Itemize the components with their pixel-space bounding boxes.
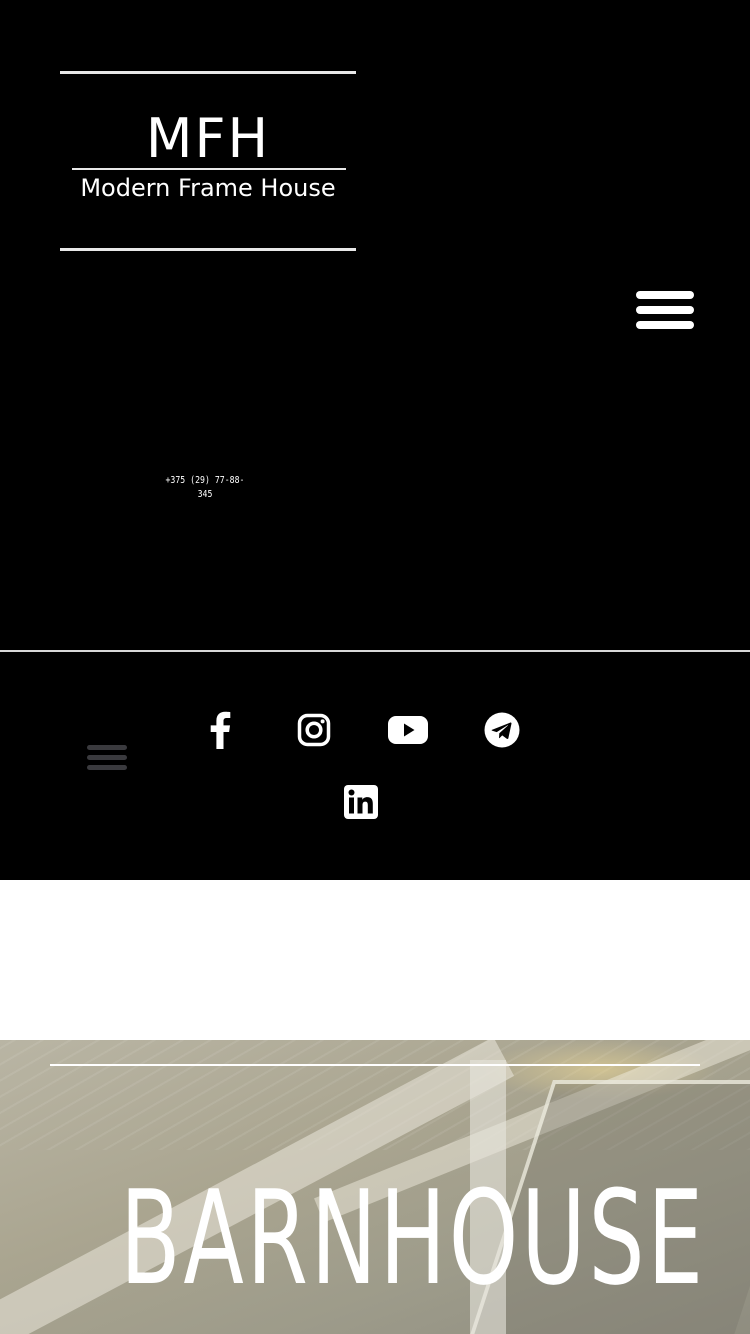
site-logo[interactable]: MFH Modern Frame House — [60, 71, 356, 252]
logo-rule-bottom — [60, 248, 356, 251]
hamburger-menu-icon[interactable] — [636, 289, 694, 331]
logo-rule-top — [60, 71, 356, 74]
hero-rule — [50, 1064, 700, 1066]
linkedin-icon[interactable] — [341, 782, 381, 822]
hamburger-menu-icon[interactable] — [87, 744, 127, 772]
menu-bar — [636, 321, 694, 329]
spacer-section — [0, 880, 750, 1040]
youtube-icon[interactable] — [388, 710, 428, 750]
menu-bar — [87, 765, 127, 770]
menu-bar — [87, 755, 127, 760]
social-bar — [0, 652, 750, 880]
logo-full-name: Modern Frame House — [80, 174, 336, 202]
facebook-icon[interactable] — [200, 710, 240, 750]
telegram-icon[interactable] — [482, 710, 522, 750]
menu-bar — [636, 291, 694, 299]
hero-section: BARNHOUSE — [0, 1040, 750, 1334]
phone-link[interactable]: +375 (29) 77-88-345 — [160, 474, 250, 502]
hero-title: BARNHOUSE — [120, 1162, 706, 1314]
logo-rule-middle — [72, 168, 346, 170]
site-header: MFH Modern Frame House +375 (29) 77-88-3… — [0, 0, 750, 650]
menu-bar — [87, 745, 127, 750]
menu-bar — [636, 306, 694, 314]
instagram-icon[interactable] — [294, 710, 334, 750]
logo-abbreviation: MFH — [145, 107, 271, 170]
